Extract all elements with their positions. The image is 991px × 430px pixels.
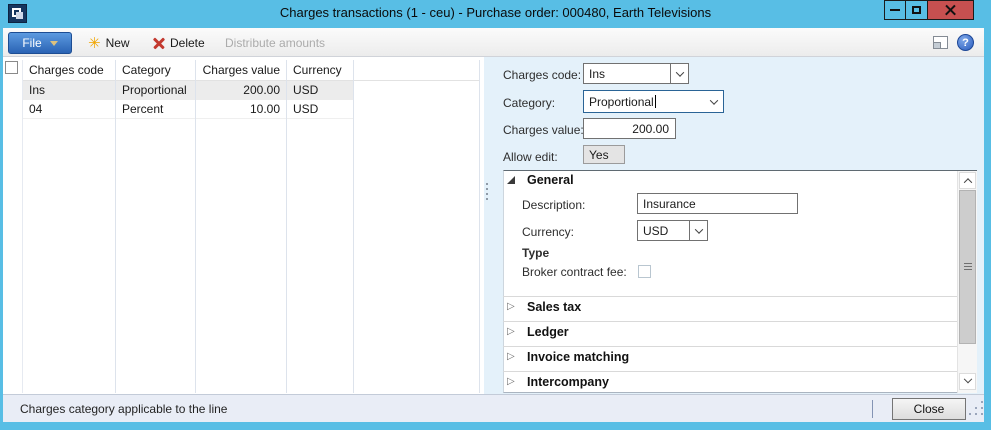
column-header-charges-value[interactable]: Charges value [196,60,286,81]
close-icon [945,5,956,16]
currency-label: Currency: [522,225,574,239]
select-all-checkbox[interactable] [5,61,18,74]
vertical-scrollbar[interactable] [957,171,977,393]
new-button[interactable]: ✳ New [88,33,130,53]
grid-column-charges-code: Charges code Ins 04 [22,60,116,393]
layout-pane-icon[interactable] [933,36,948,49]
description-input[interactable]: Insurance [637,193,798,214]
grid-cell[interactable]: 10.00 [196,100,286,119]
file-menu-button[interactable]: File [8,32,72,54]
column-header-charges-code[interactable]: Charges code [23,60,115,81]
category-combobox[interactable]: Proportional [583,90,724,113]
maximize-button[interactable] [905,0,928,20]
distribute-amounts-button: Distribute amounts [225,33,325,53]
minimize-button[interactable] [884,0,906,20]
chevron-down-icon [963,374,971,382]
resize-grip-icon[interactable] [969,401,985,417]
scrollbar-thumb[interactable] [959,190,976,344]
window-title: Charges transactions (1 - ceu) - Purchas… [0,5,991,20]
section-divider [503,321,957,322]
distribute-amounts-label: Distribute amounts [225,36,325,50]
scrollbar-grip-icon [964,263,972,272]
allow-edit-field: Yes [583,145,625,164]
section-divider [503,296,957,297]
status-bar: Charges category applicable to the line … [3,394,984,422]
column-header-empty [354,60,479,81]
status-divider [872,400,873,418]
scroll-down-button[interactable] [959,373,976,390]
section-header-general[interactable]: General [527,173,574,187]
expand-triangle-icon[interactable]: ▷ [507,301,515,312]
file-menu-label: File [22,36,41,50]
new-starburst-icon: ✳ [88,36,101,51]
category-label: Category: [503,96,555,110]
section-header-sales-tax[interactable]: Sales tax [527,300,581,314]
new-button-label: New [106,36,130,50]
column-header-category[interactable]: Category [116,60,195,81]
grid-cell[interactable]: 200.00 [196,81,286,100]
section-header-ledger[interactable]: Ledger [527,325,569,339]
chevron-up-icon [963,178,971,186]
grid-column-charges-value: Charges value 200.00 10.00 [196,60,287,393]
charges-value-input[interactable]: 200.00 [583,118,676,139]
grid-column-currency: Currency USD USD [287,60,354,393]
chevron-down-icon[interactable] [705,91,723,112]
grid-cell[interactable]: USD [287,81,353,100]
grid-column-category: Category Proportional Percent [116,60,196,393]
chevron-down-icon [50,41,58,46]
close-button-label: Close [914,402,945,416]
delete-x-icon [153,37,165,49]
help-icon[interactable]: ? [957,34,974,51]
grid-cell[interactable]: Ins [23,81,115,100]
splitter-handle[interactable] [486,183,488,203]
scroll-up-button[interactable] [959,172,976,189]
type-subheading: Type [522,246,549,260]
chevron-down-icon[interactable] [689,221,707,240]
grid-column-empty [354,60,480,393]
category-value: Proportional [589,95,654,109]
close-button[interactable]: Close [892,398,966,420]
currency-value: USD [643,224,668,238]
maximize-icon [912,6,921,14]
minimize-icon [890,9,900,11]
allow-edit-label: Allow edit: [503,150,558,164]
text-cursor [655,95,656,108]
grid-cell[interactable]: Percent [116,100,195,119]
broker-contract-fee-checkbox[interactable] [638,265,651,278]
expand-triangle-icon[interactable]: ▷ [507,326,515,337]
collapse-triangle-icon[interactable] [507,176,515,184]
grid-cell[interactable]: USD [287,100,353,119]
grid-cell[interactable]: Proportional [116,81,195,100]
expand-triangle-icon[interactable]: ▷ [507,376,515,387]
charges-value-label: Charges value: [503,123,584,137]
charges-transactions-window: Charges transactions (1 - ceu) - Purchas… [0,0,991,430]
description-label: Description: [522,198,585,212]
close-window-button[interactable] [927,0,974,20]
status-message: Charges category applicable to the line [20,402,227,416]
charges-code-combobox[interactable]: Ins [583,63,689,84]
section-divider [503,346,957,347]
currency-combobox[interactable]: USD [637,220,708,241]
toolbar: File ✳ New Delete Distribute amounts ? [3,28,984,57]
charges-code-value: Ins [589,67,605,81]
chevron-down-icon[interactable] [670,64,688,83]
delete-button-label: Delete [170,36,205,50]
section-header-intercompany[interactable]: Intercompany [527,375,609,389]
expand-triangle-icon[interactable]: ▷ [507,351,515,362]
grid-cell[interactable]: 04 [23,100,115,119]
title-bar: Charges transactions (1 - ceu) - Purchas… [0,0,991,28]
charges-code-label: Charges code: [503,68,581,82]
section-header-invoice-matching[interactable]: Invoice matching [527,350,629,364]
broker-contract-fee-label: Broker contract fee: [522,265,627,279]
column-header-currency[interactable]: Currency [287,60,353,81]
delete-button[interactable]: Delete [153,33,205,53]
section-divider [503,371,957,372]
